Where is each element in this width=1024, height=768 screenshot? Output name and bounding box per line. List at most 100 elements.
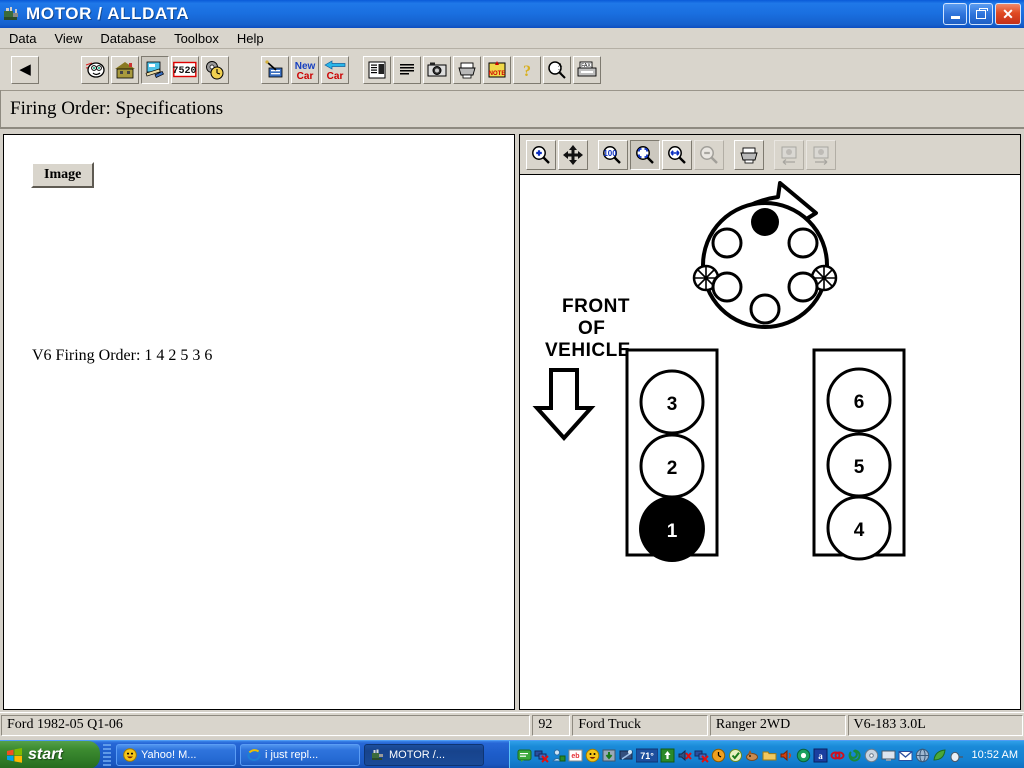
link-icon[interactable] — [830, 748, 845, 763]
paragraph-icon — [400, 63, 414, 74]
clock-icon[interactable] — [711, 748, 726, 763]
zoom-100-button[interactable]: 100 — [598, 139, 628, 170]
user-accounts-icon[interactable] — [551, 748, 566, 763]
menu-toolbox[interactable]: Toolbox — [165, 29, 228, 48]
note-button[interactable]: NOTE — [483, 55, 511, 84]
menu-data[interactable]: Data — [0, 29, 45, 48]
engine-icon — [3, 5, 21, 23]
svg-text:4: 4 — [854, 520, 865, 541]
smiley-icon[interactable] — [585, 748, 600, 763]
estimator-button[interactable]: 7520 — [171, 55, 199, 84]
monitor-icon[interactable] — [881, 748, 896, 763]
svg-text:6: 6 — [854, 392, 865, 413]
new-car-icon: New Car — [295, 61, 316, 82]
text-button[interactable] — [393, 55, 421, 84]
back-car-icon: Car — [324, 59, 346, 82]
worksheet-button[interactable] — [261, 55, 289, 84]
menu-database[interactable]: Database — [91, 29, 165, 48]
prev-car-button[interactable]: Car — [321, 55, 349, 84]
status-database: Ford 1982-05 Q1-06 — [1, 714, 531, 736]
status-make: Ford Truck — [572, 714, 708, 736]
antivirus-icon[interactable] — [796, 748, 811, 763]
task-button-yahoo[interactable]: Yahoo! M... — [116, 744, 236, 766]
leaf-icon[interactable] — [932, 748, 947, 763]
zoom-out-button[interactable] — [694, 139, 724, 170]
back-button[interactable]: ◀ — [11, 55, 39, 84]
display-icon[interactable] — [619, 748, 634, 763]
engine-icon — [371, 748, 385, 762]
print-image-button[interactable] — [734, 139, 764, 170]
spiral-icon[interactable] — [847, 748, 862, 763]
pan-button[interactable] — [558, 139, 588, 170]
application-window: MOTOR / ALLDATA ✕ Data View Database Too… — [0, 0, 1024, 768]
find-button[interactable]: A Z — [543, 55, 571, 84]
fax-button[interactable]: FAX — [573, 55, 601, 84]
ebay-icon[interactable]: eb — [568, 748, 583, 763]
home-button[interactable] — [111, 55, 139, 84]
shield-check-icon[interactable] — [728, 748, 743, 763]
dog-icon[interactable] — [745, 748, 760, 763]
network-disconnected-icon[interactable] — [534, 748, 549, 763]
svg-text:3: 3 — [667, 394, 678, 415]
task-button-browser[interactable]: i just repl... — [240, 744, 360, 766]
minimize-button[interactable] — [943, 3, 967, 25]
svg-text:5: 5 — [854, 457, 865, 478]
image-button[interactable] — [423, 55, 451, 84]
magnifier-minus-icon — [700, 145, 718, 164]
close-button[interactable]: ✕ — [995, 3, 1021, 25]
globe-icon[interactable] — [915, 748, 930, 763]
start-button[interactable]: start — [0, 741, 100, 768]
right-cylinder-bank: 6 5 4 — [812, 348, 906, 561]
magnifier-plus-icon — [532, 145, 550, 164]
help-button[interactable]: ? — [513, 55, 541, 84]
svg-text:?: ? — [523, 63, 531, 80]
print-button[interactable] — [453, 55, 481, 84]
zoom-in-button[interactable] — [526, 139, 556, 170]
menu-view[interactable]: View — [45, 29, 91, 48]
speaker-icon[interactable] — [779, 748, 794, 763]
svg-text:7520: 7520 — [173, 66, 197, 77]
new-car-button[interactable]: New Car — [291, 55, 319, 84]
image-toggle-button[interactable]: Image — [31, 162, 95, 188]
folder-icon[interactable] — [762, 748, 777, 763]
taskbar-clock[interactable]: 10:52 AM — [972, 749, 1018, 761]
firing-order-diagram: FRONT OF VEHICLE 3 2 1 6 5 4 — [520, 175, 1020, 709]
messenger-icon[interactable] — [517, 748, 532, 763]
next-image-icon — [813, 146, 829, 165]
next-image-button[interactable] — [806, 139, 836, 170]
maximize-button[interactable] — [969, 3, 993, 25]
menu-bar: Data View Database Toolbox Help — [0, 28, 1024, 49]
distributor-terminal — [711, 271, 743, 303]
list-index-icon — [368, 61, 386, 78]
at-symbol-icon[interactable]: a — [813, 748, 828, 763]
tools-icon — [145, 61, 164, 78]
window-title: MOTOR / ALLDATA — [26, 4, 190, 23]
index-button[interactable] — [363, 55, 391, 84]
menu-help[interactable]: Help — [228, 29, 273, 48]
previous-image-button[interactable] — [774, 139, 804, 170]
mail-icon[interactable] — [898, 748, 913, 763]
fit-width-button[interactable] — [662, 139, 692, 170]
taskbar-grip[interactable] — [103, 744, 111, 766]
task-button-motor[interactable]: MOTOR /... — [364, 744, 484, 766]
download-icon[interactable] — [602, 748, 617, 763]
firing-order-text: V6 Firing Order: 1 4 2 5 3 6 — [32, 347, 213, 364]
fit-page-button[interactable] — [630, 139, 660, 170]
internet-explorer-icon — [247, 748, 261, 762]
distributor-cap — [692, 201, 838, 329]
mouse-icon[interactable] — [949, 748, 964, 763]
volume-muted-icon[interactable] — [677, 748, 692, 763]
task-label-yahoo: Yahoo! M... — [141, 749, 197, 761]
disc-icon[interactable] — [864, 748, 879, 763]
svg-text:Car: Car — [297, 71, 314, 82]
repair-button[interactable] — [141, 55, 169, 84]
image-panel: 100 FRONT OF VEHICLE 3 2 1 6 5 4 — [519, 134, 1021, 710]
network-error-icon[interactable] — [694, 748, 709, 763]
labor-time-button[interactable] — [201, 55, 229, 84]
camera-icon — [427, 62, 447, 76]
update-icon[interactable] — [660, 748, 675, 763]
yahoo-messenger-icon — [123, 748, 137, 762]
distributor-terminal — [787, 227, 819, 259]
weather-icon[interactable]: 71° — [635, 748, 659, 763]
mascot-button[interactable] — [81, 55, 109, 84]
